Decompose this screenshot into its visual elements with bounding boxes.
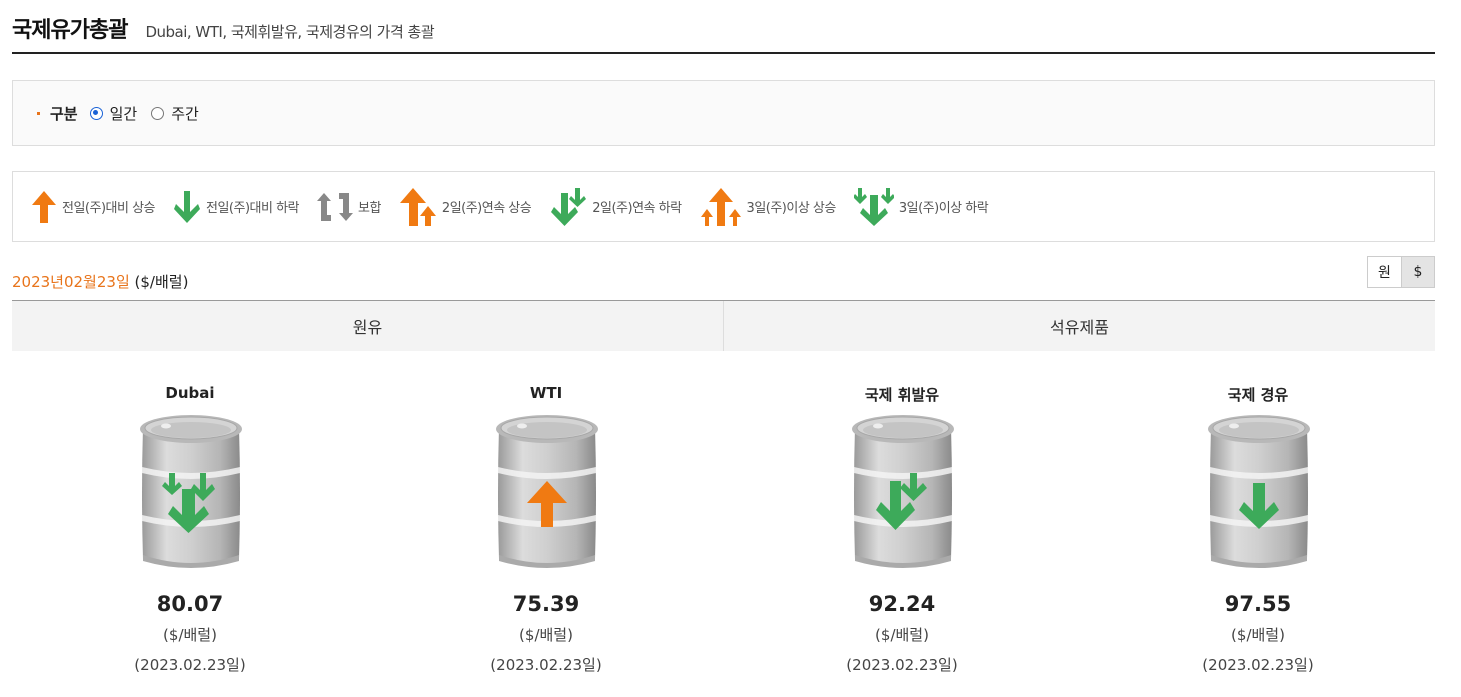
date-row: 2023년02월23일 ($/배럴) 원 $: [12, 242, 1435, 300]
radio-weekly-icon[interactable]: [151, 106, 165, 120]
item-name: WTI: [529, 384, 563, 402]
radio-weekly[interactable]: 주간: [151, 103, 199, 124]
legend-label: 2일(주)연속 하락: [592, 201, 682, 216]
radio-daily-label: 일간: [109, 104, 138, 123]
legend-item-triple-down: 3일(주)이상 하락: [853, 187, 989, 227]
oil-barrel-icon: [850, 415, 956, 571]
filter-label: 구분: [50, 104, 78, 123]
item-name: Dubai: [165, 384, 215, 402]
legend-label: 전일(주)대비 하락: [206, 201, 300, 216]
item-price: 75.39: [512, 592, 580, 616]
legend-item-down: 전일(주)대비 하락: [173, 190, 300, 224]
item-date: (2023.02.23일): [846, 656, 958, 674]
reference-date: 2023년02월23일 ($/배럴): [12, 271, 188, 292]
legend-item-flat: 보합: [317, 191, 381, 223]
bullet-icon: [37, 111, 40, 115]
legend-box: 전일(주)대비 상승 전일(주)대비 하락 보합 2일(주)연속 상승 2일(주…: [12, 171, 1435, 242]
item-price: 97.55: [1224, 592, 1292, 616]
radio-daily[interactable]: 일간: [89, 103, 138, 124]
date-value: 2023년02월23일: [12, 273, 130, 291]
page-header: 국제유가총괄 Dubai, WTI, 국제휘발유, 국제경유의 가격 총괄: [12, 0, 1435, 54]
legend-item-double-down: 2일(주)연속 하락: [549, 187, 682, 227]
item-unit: ($/배럴): [1231, 626, 1285, 644]
item-date: (2023.02.23일): [490, 656, 602, 674]
legend-label: 2일(주)연속 상승: [441, 201, 532, 216]
radio-daily-icon[interactable]: [89, 106, 103, 120]
legend-label: 전일(주)대비 상승: [62, 201, 156, 216]
legend-label: 보합: [358, 201, 381, 216]
triple-down-arrow-icon: [853, 187, 894, 226]
dollar-button[interactable]: $: [1401, 257, 1434, 287]
date-unit: ($/배럴): [134, 273, 189, 291]
up-arrow-icon: [32, 190, 56, 223]
won-button[interactable]: 원: [1368, 257, 1401, 287]
double-down-arrow-icon: [551, 187, 587, 226]
item-unit: ($/배럴): [875, 626, 929, 644]
item-name: 국제 휘발유: [864, 386, 940, 404]
currency-toggle: 원 $: [1367, 256, 1435, 288]
triple-up-arrow-icon: [700, 187, 741, 226]
radio-weekly-label: 주간: [171, 104, 199, 123]
oil-barrel-icon: [494, 415, 600, 571]
filter-box: 구분 일간 주간: [12, 80, 1435, 146]
legend-item-up: 전일(주)대비 상승: [31, 190, 156, 224]
double-up-arrow-icon: [399, 187, 436, 226]
category-tabs: 원유 석유제품: [12, 300, 1435, 351]
item-unit: ($/배럴): [519, 626, 573, 644]
legend-label: 3일(주)이상 하락: [898, 201, 989, 216]
oil-barrel-icon: [138, 415, 244, 571]
legend-item-double-up: 2일(주)연속 상승: [399, 187, 532, 227]
item-date: (2023.02.23일): [1202, 656, 1314, 674]
legend-label: 3일(주)이상 상승: [746, 201, 837, 216]
tab-petroleum-products[interactable]: 석유제품: [723, 301, 1435, 351]
item-unit: ($/배럴): [163, 626, 217, 644]
item-price: 80.07: [156, 592, 224, 616]
item-date: (2023.02.23일): [134, 656, 246, 674]
item-price: 92.24: [868, 592, 936, 616]
legend-item-triple-up: 3일(주)이상 상승: [700, 187, 836, 227]
flat-arrows-icon: [317, 192, 353, 221]
tab-crude-oil[interactable]: 원유: [12, 301, 723, 351]
oil-barrel-icon: [1206, 415, 1312, 571]
down-arrow-icon: [174, 190, 200, 223]
page-title: 국제유가총괄: [12, 18, 128, 43]
item-name: 국제 경유: [1227, 386, 1289, 404]
page-subtitle: Dubai, WTI, 국제휘발유, 국제경유의 가격 총괄: [145, 23, 435, 41]
price-items: Dubai 80.07 ($/배럴) (2023.02.23일) WTI 75.…: [12, 351, 1435, 697]
